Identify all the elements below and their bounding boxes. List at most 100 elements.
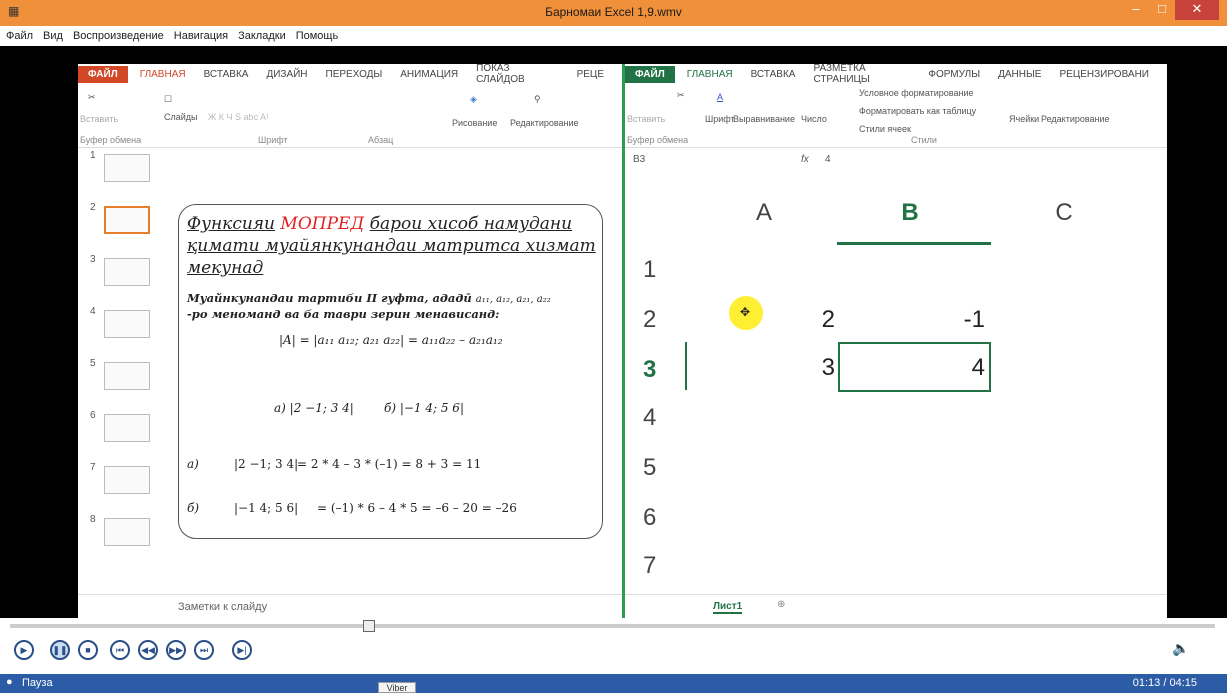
xl-tab-formulas[interactable]: ФОРМУЛЫ — [928, 69, 980, 80]
slide-canvas[interactable]: Функсияи МОПРЕД барои хисоб намудани қим… — [178, 204, 603, 539]
xl-tab-review[interactable]: РЕЦЕНЗИРОВАНИ — [1059, 69, 1149, 80]
pp-binoculars-icon[interactable]: ⚲ — [534, 94, 541, 105]
stop-icon[interactable]: ■ — [78, 640, 98, 660]
pp-ribbon: ✂ Вставить ☐ Слайды Ж К Ч S abc A¹ ◈ Рис… — [78, 84, 622, 148]
xl-paste-button[interactable]: Вставить — [627, 114, 665, 124]
menu-file[interactable]: Файл — [6, 30, 33, 42]
next-icon[interactable]: ⏭ — [194, 640, 214, 660]
pp-drawing-button[interactable]: Рисование — [452, 118, 497, 128]
xl-tab-home[interactable]: ГЛАВНАЯ — [687, 69, 733, 80]
seek-handle[interactable] — [363, 620, 375, 632]
result-a: = 2 * 4 – 3 * (–1) = 8 + 3 = 11 — [297, 457, 482, 471]
minimize-button[interactable]: – — [1123, 0, 1149, 20]
slide-number: 5 — [90, 358, 96, 369]
slide-thumbnail[interactable] — [104, 414, 150, 442]
row-header[interactable]: 2 — [643, 306, 656, 334]
slide-number: 3 — [90, 254, 96, 265]
status-bar: ● Пауза 01:13 / 04:15 — [0, 674, 1227, 693]
pp-tab-slideshow[interactable]: ПОКАЗ СЛАЙДОВ — [476, 63, 558, 85]
slide-subtitle: Муайнкунандаи тартиби II гуфта, ададӣ a₁… — [187, 291, 551, 321]
slide-title-function: МОПРЕД — [280, 214, 365, 234]
row-header[interactable]: 1 — [643, 256, 656, 284]
pp-drawing-icon[interactable]: ◈ — [470, 94, 477, 105]
pp-tab-home[interactable]: ГЛАВНАЯ — [140, 69, 186, 80]
xl-cell-styles-button[interactable]: Стили ячеек — [859, 124, 911, 134]
xl-number-button[interactable]: Число — [801, 114, 827, 124]
pp-tab-design[interactable]: ДИЗАЙН — [266, 69, 307, 80]
xl-tab-insert[interactable]: ВСТАВКА — [751, 69, 796, 80]
slide-thumbnail[interactable] — [104, 362, 150, 390]
xl-editing-button[interactable]: Редактирование — [1041, 114, 1110, 124]
menu-bookmarks[interactable]: Закладки — [238, 30, 286, 42]
slide-thumbnail[interactable] — [104, 466, 150, 494]
row-header[interactable]: 6 — [643, 504, 656, 532]
pp-tab-insert[interactable]: ВСТАВКА — [204, 69, 249, 80]
pp-editing-button[interactable]: Редактирование — [510, 118, 579, 128]
status-text: Пауза — [22, 677, 53, 689]
xl-scissors-icon[interactable]: ✂ — [677, 90, 685, 101]
pp-scissors-icon[interactable]: ✂ — [88, 92, 96, 103]
rewind-icon[interactable]: ◀◀ — [138, 640, 158, 660]
slide-title: Функсияи МОПРЕД барои хисоб намудани қим… — [187, 213, 597, 279]
row-header[interactable]: 7 — [643, 552, 656, 580]
fx-icon: fx — [801, 154, 809, 165]
cell-a2[interactable]: 2 — [785, 306, 835, 334]
formula-input[interactable]: 4 — [825, 154, 831, 165]
menu-help[interactable]: Помощь — [296, 30, 339, 42]
column-header-c[interactable]: C — [1037, 199, 1091, 227]
slide-thumbnail[interactable] — [104, 154, 150, 182]
xl-tab-data[interactable]: ДАННЫЕ — [998, 69, 1041, 80]
name-box[interactable]: B3 — [633, 154, 645, 165]
slide-thumbnail-selected[interactable] — [104, 206, 150, 234]
xl-cells-button[interactable]: Ячейки — [1009, 114, 1039, 124]
add-sheet-icon[interactable]: ⊕ — [777, 599, 785, 610]
powerpoint-pane: ФАЙЛ ГЛАВНАЯ ВСТАВКА ДИЗАЙН ПЕРЕХОДЫ АНИ… — [78, 63, 623, 618]
menu-view[interactable]: Вид — [43, 30, 63, 42]
pp-new-slide-icon[interactable]: ☐ — [164, 94, 172, 105]
slide-notes[interactable]: Заметки к слайду — [78, 594, 622, 618]
xl-tab-file[interactable]: ФАЙЛ — [625, 65, 675, 83]
close-button[interactable]: ✕ — [1175, 0, 1219, 20]
row-header[interactable]: 4 — [643, 404, 656, 432]
slide-title-part1: Функсияи — [187, 214, 275, 234]
row-header-selected[interactable]: 3 — [643, 356, 656, 384]
cell-a3[interactable]: 3 — [785, 354, 835, 382]
pp-paste-button[interactable]: Вставить — [80, 114, 118, 124]
cell-b3[interactable]: 4 — [925, 354, 985, 382]
pause-icon[interactable]: ❚❚ — [50, 640, 70, 660]
sheet-tab-1[interactable]: Лист1 — [713, 601, 743, 614]
xl-font-color-icon[interactable]: A — [717, 92, 723, 102]
slide-thumbnail[interactable] — [104, 518, 150, 546]
frame-step-icon[interactable]: ▶| — [232, 640, 252, 660]
xl-tab-page-layout[interactable]: РАЗМЕТКА СТРАНИЦЫ — [813, 63, 910, 85]
xl-format-table-button[interactable]: Форматировать как таблицу — [859, 106, 976, 116]
row-header[interactable]: 5 — [643, 454, 656, 482]
pp-tab-animation[interactable]: АНИМАЦИЯ — [400, 69, 458, 80]
result-b-matrix: |−1 4; 5 6| — [234, 501, 299, 515]
cursor-icon: ✥ — [740, 305, 751, 319]
maximize-button[interactable]: □ — [1149, 0, 1175, 20]
column-header-a[interactable]: A — [737, 199, 791, 227]
xl-font-button[interactable]: Шрифт — [705, 114, 735, 124]
cell-b2[interactable]: -1 — [925, 306, 985, 334]
pp-tab-file[interactable]: ФАЙЛ — [78, 65, 128, 83]
previous-icon[interactable]: ⏮ — [110, 640, 130, 660]
xl-conditional-format-button[interactable]: Условное форматирование — [859, 88, 974, 98]
slide-number: 2 — [90, 202, 96, 213]
pp-tab-review[interactable]: РЕЦЕ — [577, 69, 604, 80]
xl-align-button[interactable]: Выравнивание — [733, 114, 795, 124]
menu-playback[interactable]: Воспроизведение — [73, 30, 164, 42]
pp-slides-button[interactable]: Слайды — [164, 112, 198, 122]
column-b-selection-bar — [837, 242, 991, 245]
slide-thumbnail[interactable] — [104, 258, 150, 286]
row-3-selection-bar — [685, 342, 687, 390]
column-header-b[interactable]: B — [883, 199, 937, 227]
play-icon[interactable]: ▶ — [14, 640, 34, 660]
seek-bar[interactable] — [10, 624, 1215, 628]
slide-thumbnail[interactable] — [104, 310, 150, 338]
fast-forward-icon[interactable]: ▶▶ — [166, 640, 186, 660]
pp-tab-transitions[interactable]: ПЕРЕХОДЫ — [326, 69, 383, 80]
menu-navigation[interactable]: Навигация — [174, 30, 228, 42]
slide-number: 4 — [90, 306, 96, 317]
volume-icon[interactable]: 🔈 — [1172, 640, 1189, 657]
